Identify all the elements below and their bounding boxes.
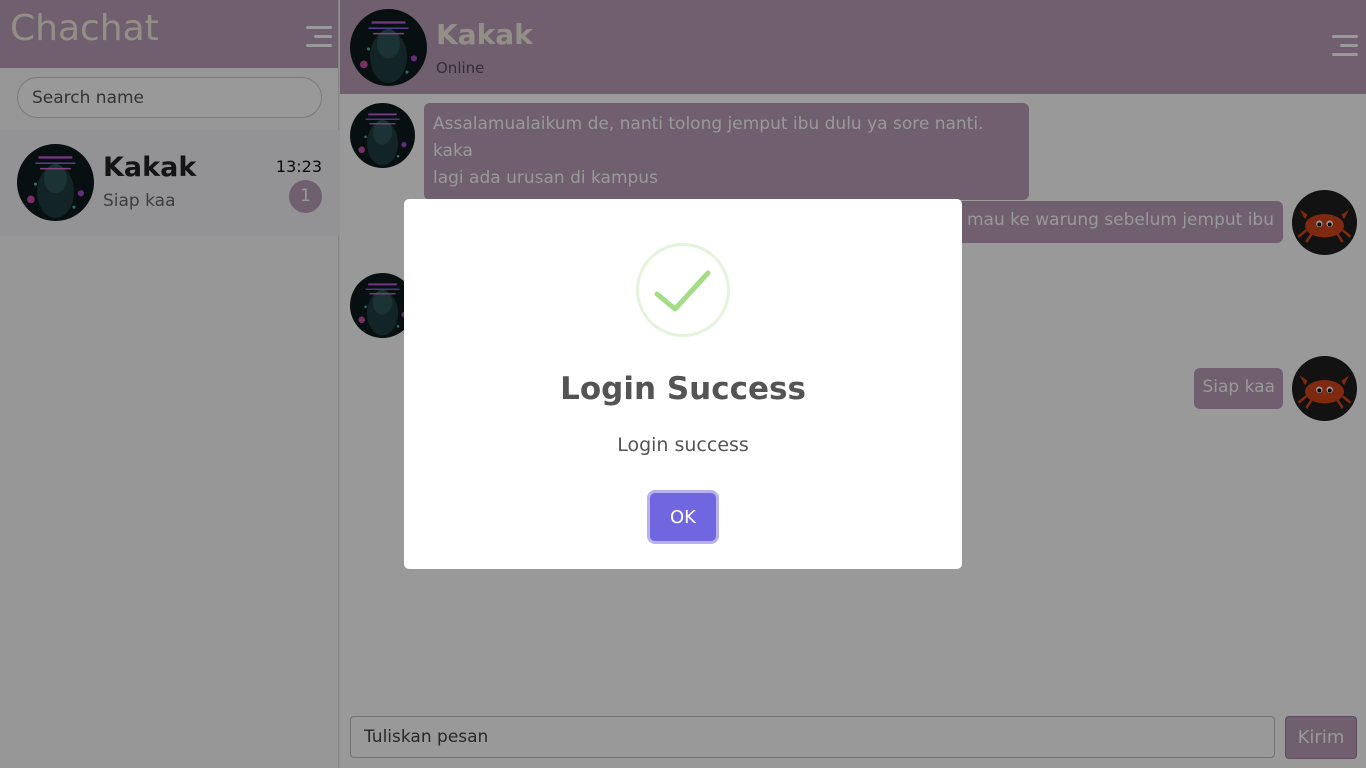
dialog-title: Login Success	[560, 371, 806, 407]
dialog-message: Login success	[617, 434, 749, 456]
login-success-dialog: Login Success Login success OK	[404, 199, 962, 569]
ok-button[interactable]: OK	[650, 493, 716, 541]
checkmark-circle-icon	[636, 243, 730, 337]
